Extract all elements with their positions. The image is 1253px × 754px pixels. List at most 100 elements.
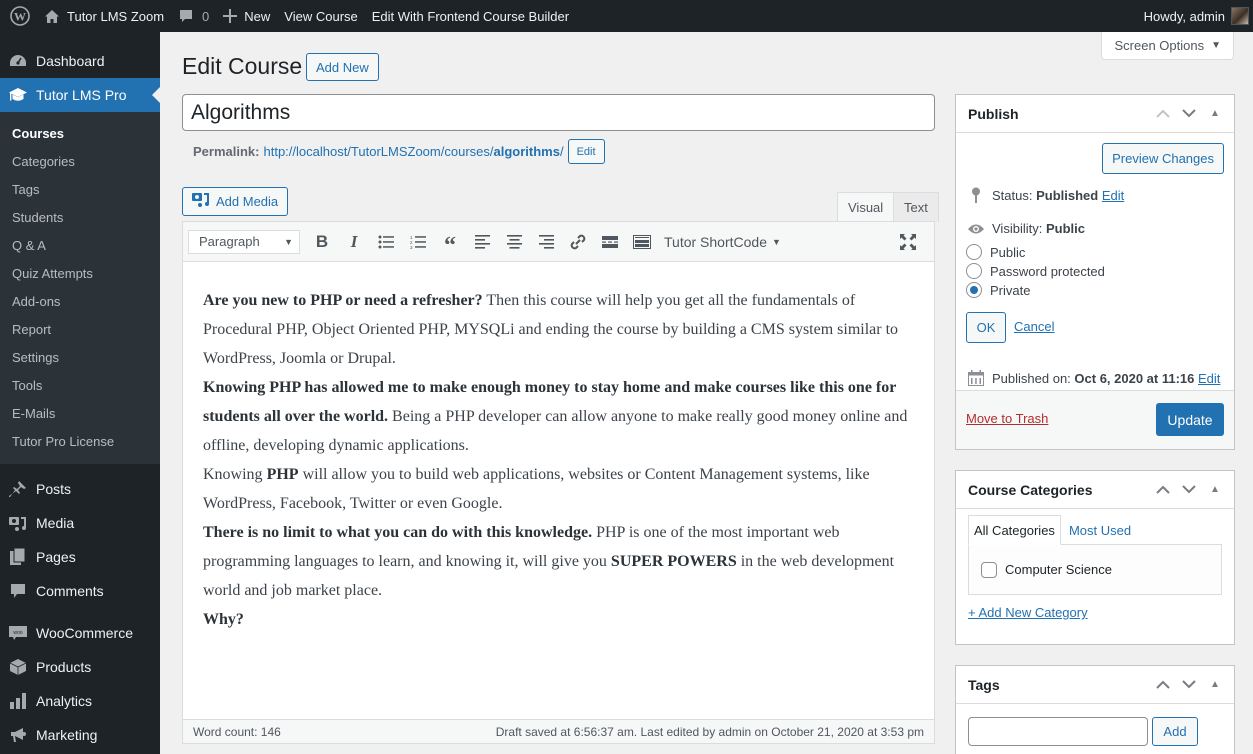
admin-bar: W Tutor LMS Zoom 0 New View Course Edit … xyxy=(0,0,1253,32)
visibility-ok-button[interactable]: OK xyxy=(966,312,1006,343)
sidebar-item-media[interactable]: Media xyxy=(0,506,160,540)
categories-box-header: Course Categories ▲ xyxy=(956,471,1234,509)
comments-link[interactable]: 0 xyxy=(171,0,216,32)
move-up-icon[interactable] xyxy=(1152,103,1174,125)
bullet-list-button[interactable] xyxy=(370,227,402,257)
content-paragraph: There is no limit to what you can do wit… xyxy=(203,524,895,599)
tab-text[interactable]: Text xyxy=(893,192,939,222)
box-icon xyxy=(8,657,28,677)
fullscreen-button[interactable] xyxy=(892,227,924,257)
view-course-link[interactable]: View Course xyxy=(277,0,364,32)
italic-button[interactable]: I xyxy=(338,227,370,257)
course-title-input[interactable] xyxy=(182,94,935,131)
editor-content-area[interactable]: Are you new to PHP or need a refresher? … xyxy=(183,262,934,634)
fullscreen-icon xyxy=(900,234,916,250)
move-down-icon[interactable] xyxy=(1178,674,1200,696)
add-media-button[interactable]: Add Media xyxy=(182,187,289,216)
align-center-button[interactable] xyxy=(498,227,530,257)
submenu-quiz-attempts[interactable]: Quiz Attempts xyxy=(0,259,160,287)
tab-most-used[interactable]: Most Used xyxy=(1061,515,1136,545)
submenu-emails[interactable]: E-Mails xyxy=(0,399,160,427)
add-new-button[interactable]: Add New xyxy=(306,53,379,81)
media-icon xyxy=(8,513,28,533)
admin-sidebar: Dashboard Tutor LMS Pro Courses Categori… xyxy=(0,32,160,754)
edit-frontend-builder-link[interactable]: Edit With Frontend Course Builder xyxy=(365,0,576,32)
permalink-link[interactable]: http://localhost/TutorLMSZoom/courses/al… xyxy=(263,144,563,159)
submenu-students[interactable]: Students xyxy=(0,203,160,231)
sidebar-item-woocommerce[interactable]: woo WooCommerce xyxy=(0,616,160,650)
sidebar-item-tutor-lms-pro[interactable]: Tutor LMS Pro xyxy=(0,78,160,112)
move-to-trash-link[interactable]: Move to Trash xyxy=(966,411,1048,426)
align-right-button[interactable] xyxy=(530,227,562,257)
tab-all-categories[interactable]: All Categories xyxy=(968,515,1061,545)
user-account-menu[interactable]: Howdy, admin xyxy=(1137,0,1253,32)
caret-down-icon: ▼ xyxy=(1211,40,1221,51)
link-icon xyxy=(570,234,586,249)
tag-input[interactable] xyxy=(968,717,1148,746)
screen-options-button[interactable]: Screen Options ▼ xyxy=(1101,32,1234,60)
permalink-edit-button[interactable]: Edit xyxy=(567,139,605,164)
content-paragraph: Why? xyxy=(203,611,244,628)
date-edit-link[interactable]: Edit xyxy=(1198,371,1220,386)
update-button[interactable]: Update xyxy=(1156,403,1224,436)
move-down-icon[interactable] xyxy=(1178,103,1200,125)
submenu-tags[interactable]: Tags xyxy=(0,175,160,203)
status-edit-link[interactable]: Edit xyxy=(1102,188,1124,203)
dashboard-icon xyxy=(8,51,28,71)
move-down-icon[interactable] xyxy=(1178,479,1200,501)
add-tag-button[interactable]: Add xyxy=(1152,717,1198,746)
sidebar-item-pages[interactable]: Pages xyxy=(0,540,160,574)
blockquote-button[interactable]: “ xyxy=(434,227,466,259)
wordpress-logo-icon[interactable]: W xyxy=(0,0,37,32)
page-title: Edit Course xyxy=(182,53,303,79)
tags-box-header: Tags ▲ xyxy=(956,666,1234,704)
sidebar-item-products[interactable]: Products xyxy=(0,650,160,684)
read-more-button[interactable] xyxy=(594,227,626,257)
quote-icon: “ xyxy=(444,232,456,259)
submenu-categories[interactable]: Categories xyxy=(0,147,160,175)
collapse-toggle-icon[interactable]: ▲ xyxy=(1204,674,1226,696)
sidebar-item-marketing[interactable]: Marketing xyxy=(0,718,160,752)
sidebar-item-posts[interactable]: Posts xyxy=(0,472,160,506)
bold-button[interactable]: B xyxy=(306,227,338,257)
sidebar-item-dashboard[interactable]: Dashboard xyxy=(0,44,160,78)
submenu-qa[interactable]: Q & A xyxy=(0,231,160,259)
svg-text:3: 3 xyxy=(410,245,413,249)
word-count: Word count: 146 xyxy=(193,724,281,739)
move-up-icon[interactable] xyxy=(1152,479,1174,501)
format-select[interactable]: Paragraph ▼ xyxy=(188,229,300,254)
insert-link-button[interactable] xyxy=(562,227,594,257)
media-icon xyxy=(192,191,210,212)
editor-toolbar: Paragraph ▼ B I 123 “ Tutor ShortCode ▼ xyxy=(183,222,934,262)
site-name-link[interactable]: Tutor LMS Zoom xyxy=(37,0,171,32)
submenu-add-ons[interactable]: Add-ons xyxy=(0,287,160,315)
submenu-tutor-pro-license[interactable]: Tutor Pro License xyxy=(0,427,160,455)
content-editor: Paragraph ▼ B I 123 “ Tutor ShortCode ▼ … xyxy=(182,221,935,744)
align-left-button[interactable] xyxy=(466,227,498,257)
new-content-link[interactable]: New xyxy=(216,0,277,32)
collapse-toggle-icon[interactable]: ▲ xyxy=(1204,479,1226,501)
submenu-courses[interactable]: Courses xyxy=(0,119,160,147)
visibility-password-radio[interactable]: Password protected xyxy=(966,263,1105,279)
collapse-toggle-icon[interactable]: ▲ xyxy=(1204,103,1226,125)
sidebar-item-comments[interactable]: Comments xyxy=(0,574,160,608)
visibility-private-radio[interactable]: Private xyxy=(966,282,1030,298)
publish-box-header: Publish ▲ xyxy=(956,95,1234,133)
category-checkbox[interactable] xyxy=(981,561,997,578)
toolbar-toggle-button[interactable] xyxy=(626,227,658,257)
main-content: Screen Options ▼ Edit Course Add New Per… xyxy=(160,32,1253,754)
sidebar-item-analytics[interactable]: Analytics xyxy=(0,684,160,718)
add-new-category-link[interactable]: + Add New Category xyxy=(968,605,1088,620)
category-label: Computer Science xyxy=(1005,562,1112,577)
calendar-icon xyxy=(966,370,986,386)
submenu-report[interactable]: Report xyxy=(0,315,160,343)
submenu-settings[interactable]: Settings xyxy=(0,343,160,371)
numbered-list-button[interactable]: 123 xyxy=(402,227,434,257)
preview-changes-button[interactable]: Preview Changes xyxy=(1102,143,1224,174)
tutor-shortcode-dropdown[interactable]: Tutor ShortCode ▼ xyxy=(664,234,781,250)
visibility-public-radio[interactable]: Public xyxy=(966,244,1025,260)
submenu-tools[interactable]: Tools xyxy=(0,371,160,399)
visibility-cancel-link[interactable]: Cancel xyxy=(1014,319,1054,334)
move-up-icon[interactable] xyxy=(1152,674,1174,696)
tab-visual[interactable]: Visual xyxy=(837,192,895,222)
